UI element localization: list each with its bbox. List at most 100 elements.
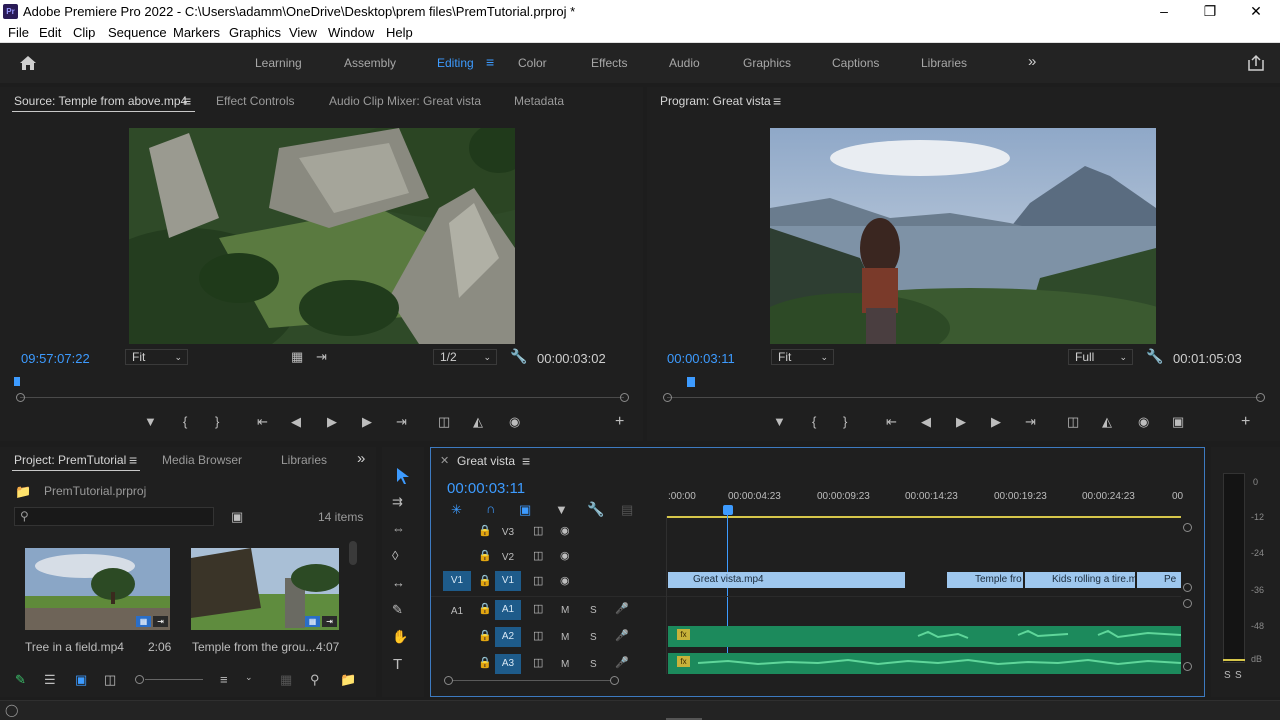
find-icon[interactable]: ⚲ [310,672,320,688]
close-sequence-icon[interactable]: ✕ [440,454,449,467]
sync-lock-icon[interactable]: ◫ [533,656,543,669]
workspace-learning[interactable]: Learning [255,56,302,70]
background-tasks-icon[interactable]: ◯ [5,703,18,717]
track-label-a1[interactable]: A1 [495,600,521,620]
workspace-libraries[interactable]: Libraries [921,56,967,70]
lock-track-icon[interactable]: 🔒 [478,629,492,642]
timeline-playhead-handle[interactable] [723,505,733,515]
tab-effect-controls[interactable]: Effect Controls [216,94,294,108]
tab-project[interactable]: Project: PremTutorial [14,453,126,467]
sort-dropdown-icon[interactable]: ⌄ [245,672,253,683]
go-to-out-icon[interactable]: ⇥ [396,414,407,430]
sync-lock-icon[interactable]: ◫ [533,549,543,562]
workspace-editing[interactable]: Editing [437,56,474,70]
workspace-menu-icon[interactable]: ≡ [486,54,494,70]
timeline-video-clip[interactable]: Pe [1137,572,1181,588]
new-bin-icon[interactable]: 📁 [340,672,356,688]
program-current-timecode[interactable]: 00:00:03:11 [667,351,735,366]
sort-icons-icon[interactable]: ≡ [220,672,228,687]
workspace-effects[interactable]: Effects [591,56,627,70]
track-select-tool-icon[interactable]: ⇉ [392,494,403,510]
workspace-assembly[interactable]: Assembly [344,56,396,70]
solo-track-button[interactable]: S [590,605,597,616]
program-add-marker-icon[interactable]: ▼ [773,414,786,429]
program-go-to-out-icon[interactable]: ⇥ [1025,414,1036,430]
mute-track-button[interactable]: M [561,632,569,643]
program-step-back-icon[interactable]: ◀ [921,414,931,430]
timeline-video-clip[interactable]: Temple fro [947,572,1023,588]
list-view-icon[interactable]: ☰ [44,672,56,688]
voice-over-mic-icon[interactable]: 🎤 [615,602,629,615]
program-settings-wrench-icon[interactable]: 🔧 [1146,348,1163,365]
timeline-timecode[interactable]: 00:00:03:11 [447,480,525,497]
menu-window[interactable]: Window [328,25,374,40]
insert-icon[interactable]: ◫ [438,414,450,430]
minimize-icon[interactable]: – [1141,0,1187,23]
project-scrollbar[interactable] [349,541,357,565]
linked-selection-icon[interactable]: ▣ [519,502,531,518]
lock-track-icon[interactable]: 🔒 [478,549,492,562]
sync-lock-icon[interactable]: ◫ [533,574,543,587]
menu-graphics[interactable]: Graphics [229,25,281,40]
extract-icon[interactable]: ◭ [1102,414,1112,430]
timeline-video-clip[interactable]: Great vista.mp4 [668,572,905,588]
program-fit-dropdown[interactable]: Fit ⌄ [771,349,834,365]
program-panel-menu-icon[interactable]: ≡ [773,93,781,109]
maximize-icon[interactable]: ❐ [1187,0,1233,23]
zoom-slider[interactable] [145,679,203,680]
toggle-output-eye-icon[interactable]: ◉ [560,549,570,562]
slip-tool-icon[interactable]: ↔ [392,575,405,590]
program-play-icon[interactable]: ▶ [956,414,966,430]
project-item-thumbnail[interactable]: ▦ ⇥ [191,548,339,630]
workspace-audio[interactable]: Audio [669,56,700,70]
source-playhead[interactable] [14,377,20,386]
safe-margins-icon[interactable]: ▦ [291,349,303,365]
source-add-button-icon[interactable]: + [615,413,624,431]
solo-track-button[interactable]: S [590,632,597,643]
sync-lock-icon[interactable]: ◫ [533,524,543,537]
program-step-forward-icon[interactable]: ▶ [991,414,1001,430]
icon-view-icon[interactable]: ▣ [75,672,87,688]
freeform-view-icon[interactable]: ◫ [104,672,116,688]
program-go-to-in-icon[interactable]: ⇤ [886,414,897,430]
nest-icon[interactable]: ✳ [451,502,462,518]
tab-media-browser[interactable]: Media Browser [162,453,242,467]
source-zoom-start-handle[interactable] [16,393,25,402]
timeline-vscroll-mid-handle[interactable] [1183,583,1192,592]
lift-icon[interactable]: ◫ [1067,414,1079,430]
workspace-color[interactable]: Color [518,56,547,70]
tab-audio-clip-mixer[interactable]: Audio Clip Mixer: Great vista [329,94,481,108]
mark-in-icon[interactable]: { [183,414,187,429]
timeline-audio-scroll-bottom-handle[interactable] [1183,662,1192,671]
more-workspaces-icon[interactable]: » [1028,53,1036,70]
project-item-thumbnail[interactable]: ▦ ⇥ [25,548,170,630]
comparison-view-icon[interactable]: ▣ [1172,414,1184,430]
overwrite-icon[interactable]: ◭ [473,414,483,430]
toggle-output-eye-icon[interactable]: ◉ [560,574,570,587]
selection-tool-icon[interactable] [395,467,411,485]
program-scrub-bar[interactable] [667,397,1260,398]
workspace-graphics[interactable]: Graphics [743,56,791,70]
tab-libraries[interactable]: Libraries [281,453,327,467]
program-playhead[interactable] [687,377,695,387]
meter-solo-right-button[interactable]: S [1235,670,1242,681]
meter-solo-left-button[interactable]: S [1224,670,1231,681]
source-resolution-dropdown[interactable]: 1/2 ⌄ [433,349,497,365]
timeline-video-clip[interactable]: Kids rolling a tire.m [1025,572,1135,588]
source-panel-menu-icon[interactable]: ≡ [183,93,191,109]
sequence-menu-icon[interactable]: ≡ [522,453,530,469]
hand-tool-icon[interactable]: ✋ [392,629,408,645]
program-video-frame[interactable] [770,128,1156,344]
source-settings-wrench-icon[interactable]: 🔧 [510,348,527,365]
workspace-captions[interactable]: Captions [832,56,879,70]
timeline-zoom-start-handle[interactable] [444,676,453,685]
menu-file[interactable]: File [8,25,29,40]
close-icon[interactable]: ✕ [1233,0,1279,23]
snap-icon[interactable]: ∩ [486,501,495,516]
menu-sequence[interactable]: Sequence [108,25,167,40]
voice-over-mic-icon[interactable]: 🎤 [615,656,629,669]
sync-lock-icon[interactable]: ◫ [533,629,543,642]
lock-track-icon[interactable]: 🔒 [478,602,492,615]
timeline-settings-wrench-icon[interactable]: 🔧 [587,501,604,518]
writable-pencil-icon[interactable]: ✎ [15,672,26,688]
